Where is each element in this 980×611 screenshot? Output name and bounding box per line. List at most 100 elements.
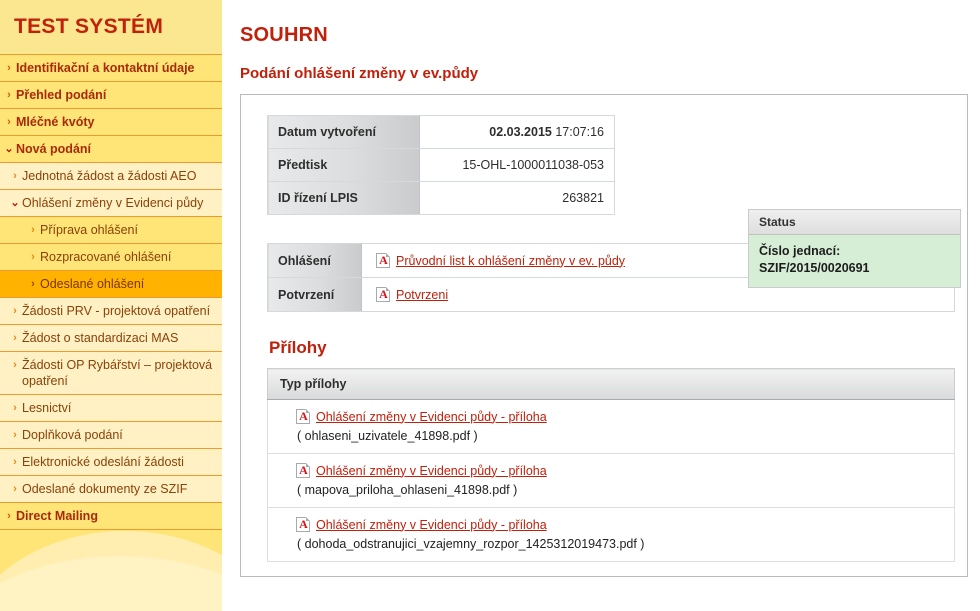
sidebar-item-label: Ohlášení změny v Evidenci půdy <box>22 196 204 210</box>
sidebar-item-12[interactable]: › Lesnictví <box>0 395 222 422</box>
sidebar-item-15[interactable]: › Odeslané dokumenty ze SZIF <box>0 476 222 503</box>
attachment-row: A Ohlášení změny v Evidenci půdy - příloh… <box>267 507 955 562</box>
sidebar-decorative-curve-white <box>0 556 222 611</box>
chevron-right-icon: › <box>13 305 17 317</box>
main-content: SOUHRN Podání ohlášení změny v ev.půdy D… <box>222 0 980 611</box>
info-value: 263821 <box>419 181 615 215</box>
status-box: Status Číslo jednací: SZIF/2015/0020691 <box>748 209 961 288</box>
sidebar-decorative-curve <box>0 531 222 611</box>
chevron-right-icon: › <box>13 456 17 468</box>
status-box-header: Status <box>749 210 960 235</box>
chevron-right-icon: › <box>31 251 35 263</box>
page-subtitle: Podání ohlášení změny v ev.půdy <box>240 65 479 82</box>
info-row: Datum vytvoření 02.03.2015 17:07:16 <box>267 115 615 149</box>
brand-title: TEST SYSTÉM <box>14 15 164 38</box>
attachment-link[interactable]: Ohlášení změny v Evidenci půdy - příloha <box>316 410 547 424</box>
sidebar-item-6[interactable]: › Příprava ohlášení <box>0 217 222 244</box>
sidebar-item-label: Mléčné kvóty <box>16 115 95 129</box>
info-key: ID řízení LPIS <box>267 181 420 215</box>
summary-panel: Datum vytvoření 02.03.2015 17:07:16 Předti… <box>240 94 968 577</box>
pdf-icon: A <box>296 463 310 478</box>
attachment-filename: ( dohoda_odstranujici_vzajemny_rozpor_14… <box>297 537 645 551</box>
attachment-filename: ( ohlaseni_uzivatele_41898.pdf ) <box>297 429 478 443</box>
attachment-link[interactable]: Ohlášení změny v Evidenci půdy - příloha <box>316 518 547 532</box>
sidebar-item-label: Direct Mailing <box>16 509 98 523</box>
sidebar-item-label: Nová podání <box>16 142 92 156</box>
document-link[interactable]: Průvodní list k ohlášení změny v ev. půd… <box>396 254 625 268</box>
attachments-table: Typ přílohy A Ohlášení změny v Evidenci pů… <box>267 368 955 562</box>
pdf-icon: A <box>296 517 310 532</box>
status-box-body: Číslo jednací: SZIF/2015/0020691 <box>749 235 960 287</box>
info-value: 02.03.2015 17:07:16 <box>419 115 615 149</box>
sidebar-item-label: Žádosti PRV - projektová opatření <box>22 304 211 318</box>
document-type-label: Ohlášení <box>267 243 362 278</box>
sidebar-item-label: Jednotná žádost a žádosti AEO <box>22 169 197 183</box>
info-key: Předtisk <box>267 148 420 182</box>
info-value-text: 17:07:16 <box>555 125 604 139</box>
pdf-icon: A <box>376 287 390 302</box>
sidebar-item-10[interactable]: › Žádost o standardizaci MAS <box>0 325 222 352</box>
sidebar-item-label: Rozpracované ohlášení <box>40 250 172 264</box>
sidebar-item-label: Identifikační a kontaktní údaje <box>16 61 195 75</box>
chevron-down-icon: ⌄ <box>4 143 14 155</box>
sidebar-item-label: Žádosti OP Rybářství – projektová opatře… <box>22 358 213 388</box>
sidebar-nav: › Identifikační a kontaktní údaje › Přehled… <box>0 55 222 530</box>
brand-header: TEST SYSTÉM <box>0 0 222 55</box>
chevron-right-icon: › <box>31 224 35 236</box>
sidebar: TEST SYSTÉM › Identifikační a kontaktní ú… <box>0 0 222 611</box>
attachment-cell: A Ohlášení změny v Evidenci půdy - příloh… <box>267 453 955 508</box>
sidebar-item-label: Doplňková podání <box>22 428 123 442</box>
cislo-jednaci-value: SZIF/2015/0020691 <box>759 261 870 275</box>
sidebar-item-0[interactable]: › Identifikační a kontaktní údaje <box>0 55 222 82</box>
sidebar-item-1[interactable]: › Přehled podání <box>0 82 222 109</box>
sidebar-item-label: Odeslané ohlášení <box>40 277 145 291</box>
info-value: 15-OHL-1000011038-053 <box>419 148 615 182</box>
sidebar-item-label: Elektronické odeslání žádosti <box>22 455 184 469</box>
attachments-header-row: Typ přílohy <box>267 368 955 400</box>
sidebar-item-2[interactable]: › Mléčné kvóty <box>0 109 222 136</box>
app-page: TEST SYSTÉM › Identifikační a kontaktní ú… <box>0 0 980 611</box>
chevron-right-icon: › <box>7 116 11 128</box>
chevron-right-icon: › <box>31 278 35 290</box>
sidebar-item-3[interactable]: ⌄ Nová podání <box>0 136 222 163</box>
info-table: Datum vytvoření 02.03.2015 17:07:16 Předti… <box>267 115 615 215</box>
pdf-icon: A <box>296 409 310 424</box>
chevron-right-icon: › <box>7 89 11 101</box>
chevron-right-icon: › <box>13 483 17 495</box>
info-value-text: 263821 <box>562 191 604 205</box>
chevron-right-icon: › <box>7 510 11 522</box>
info-row: ID řízení LPIS 263821 <box>267 181 615 215</box>
sidebar-item-4[interactable]: › Jednotná žádost a žádosti AEO <box>0 163 222 190</box>
sidebar-item-5[interactable]: ⌄ Ohlášení změny v Evidenci půdy <box>0 190 222 217</box>
sidebar-item-label: Lesnictví <box>22 401 72 415</box>
sidebar-item-11[interactable]: › Žádosti OP Rybářství – projektová opatř… <box>0 352 222 395</box>
attachment-cell: A Ohlášení změny v Evidenci půdy - příloh… <box>267 399 955 454</box>
sidebar-item-label: Příprava ohlášení <box>40 223 138 237</box>
sidebar-item-13[interactable]: › Doplňková podání <box>0 422 222 449</box>
sidebar-item-7[interactable]: › Rozpracované ohlášení <box>0 244 222 271</box>
chevron-down-icon: ⌄ <box>10 197 20 209</box>
info-key: Datum vytvoření <box>267 115 420 149</box>
chevron-right-icon: › <box>7 62 11 74</box>
pdf-icon: A <box>376 253 390 268</box>
attachment-row: A Ohlášení změny v Evidenci půdy - příloh… <box>267 399 955 454</box>
sidebar-item-16[interactable]: › Direct Mailing <box>0 503 222 530</box>
attachment-cell: A Ohlášení změny v Evidenci půdy - příloh… <box>267 507 955 562</box>
page-title: SOUHRN <box>240 24 328 46</box>
chevron-right-icon: › <box>13 332 17 344</box>
sidebar-item-label: Přehled podání <box>16 88 107 102</box>
cislo-jednaci-label: Číslo jednací: <box>759 244 841 258</box>
sidebar-item-8[interactable]: › Odeslané ohlášení <box>0 271 222 298</box>
sidebar-item-14[interactable]: › Elektronické odeslání žádosti <box>0 449 222 476</box>
attachments-column-header: Typ přílohy <box>267 368 955 400</box>
document-type-label: Potvrzení <box>267 277 362 312</box>
attachment-link[interactable]: Ohlášení změny v Evidenci půdy - příloha <box>316 464 547 478</box>
document-link[interactable]: Potvrzeni <box>396 288 448 302</box>
sidebar-item-label: Žádost o standardizaci MAS <box>22 331 179 345</box>
chevron-right-icon: › <box>13 170 17 182</box>
info-row: Předtisk 15-OHL-1000011038-053 <box>267 148 615 182</box>
attachment-row: A Ohlášení změny v Evidenci půdy - příloh… <box>267 453 955 508</box>
sidebar-item-9[interactable]: › Žádosti PRV - projektová opatření <box>0 298 222 325</box>
chevron-right-icon: › <box>13 402 17 414</box>
chevron-right-icon: › <box>13 429 17 441</box>
